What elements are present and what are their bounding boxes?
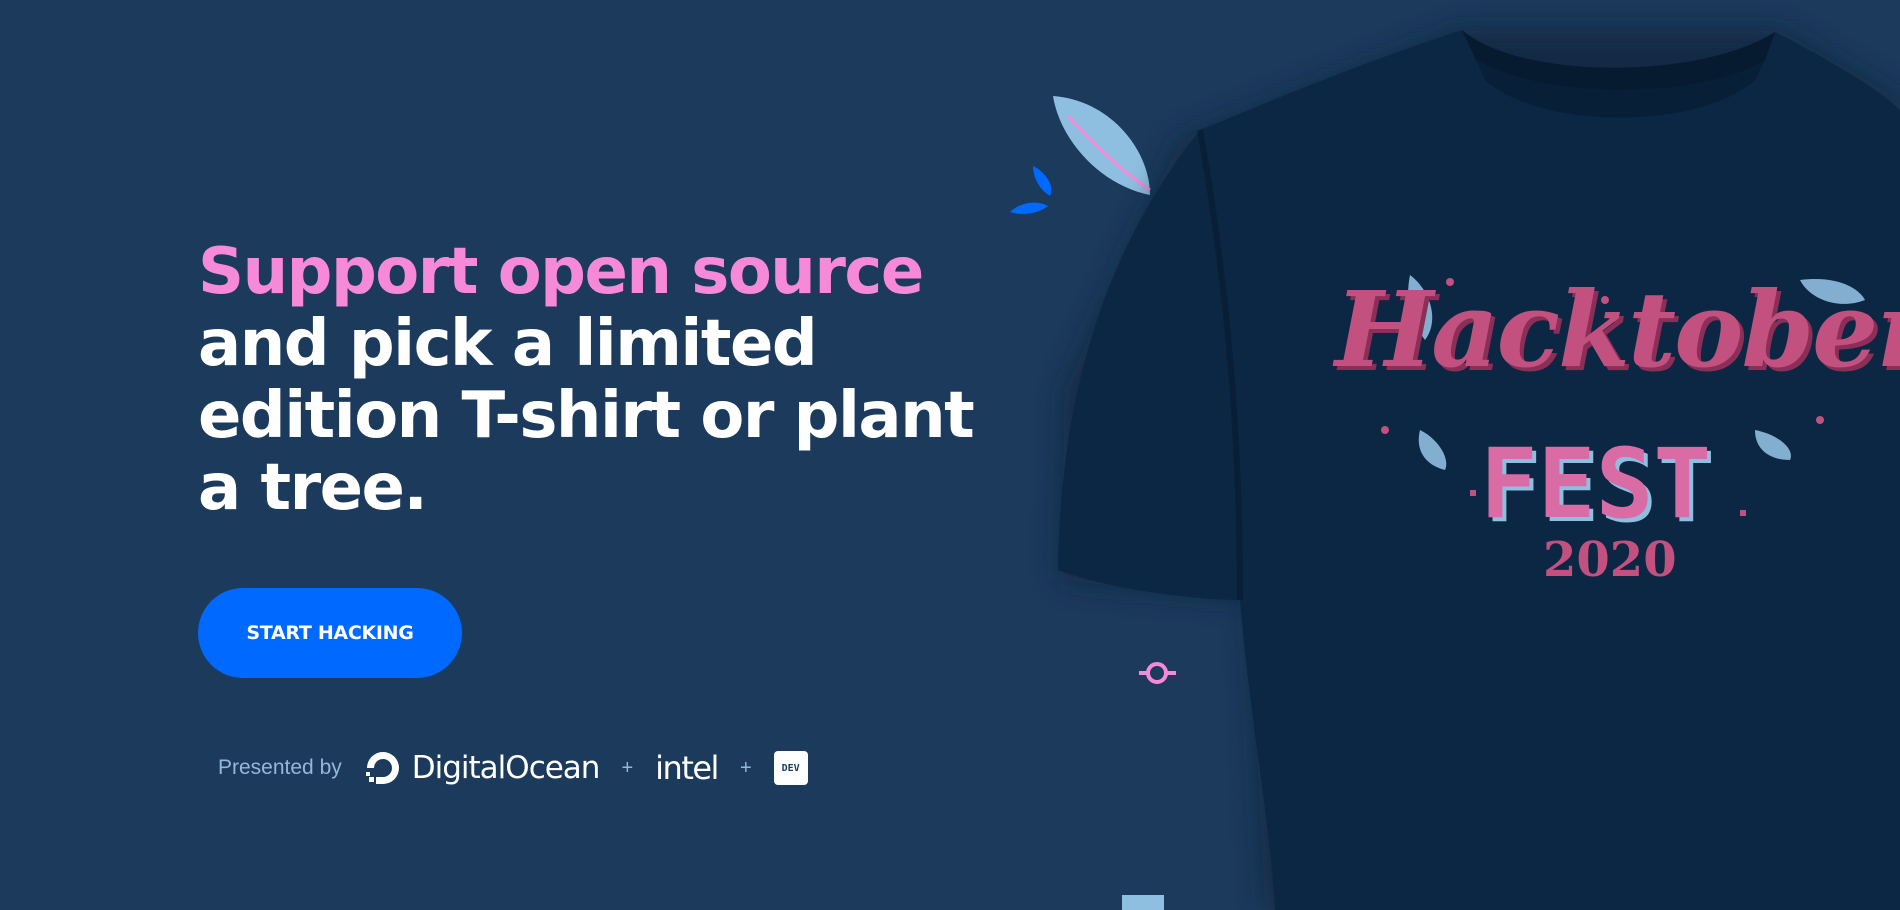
hero-headline: Support open source and pick a limited e… (198, 236, 998, 524)
headline-text: and pick a limited edition T-shirt or pl… (198, 307, 975, 525)
tshirt-print-title: Hacktober (1335, 268, 1900, 391)
digitalocean-icon (365, 752, 399, 784)
start-hacking-button[interactable]: START HACKING (198, 588, 462, 678)
digitalocean-name: DigitalOcean (411, 750, 601, 786)
tshirt-image (1058, 30, 1900, 910)
leaf-icon (1053, 96, 1151, 195)
headline-accent: Support open source (198, 235, 924, 309)
small-leaf-icon (1010, 166, 1052, 214)
tshirt-print-fest: FEST (1480, 428, 1712, 540)
digitalocean-logo[interactable]: DigitalOcean (362, 747, 600, 789)
plus-separator: + (621, 756, 634, 779)
plus-separator: + (739, 756, 752, 779)
decor-square (1122, 895, 1164, 910)
sponsor-bar: Presented by DigitalOcean + intel + DEV (218, 743, 808, 793)
git-commit-icon (1139, 662, 1176, 684)
presented-by-label: Presented by (218, 756, 342, 779)
dev-logo[interactable]: DEV (773, 751, 808, 785)
tshirt-print-year: 2020 (1543, 532, 1677, 588)
intel-logo[interactable]: intel (655, 749, 719, 787)
